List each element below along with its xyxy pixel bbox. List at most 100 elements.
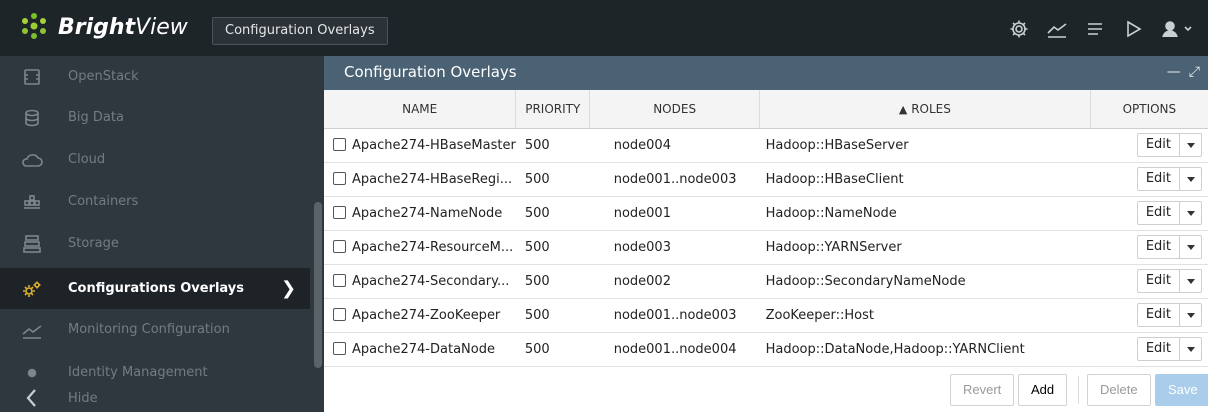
panel-header: Configuration Overlays — ⤢ bbox=[324, 56, 1208, 90]
overlay-roles: Hadoop::SecondaryNameNode bbox=[759, 264, 1091, 299]
dropdown-caret-icon[interactable] bbox=[1179, 270, 1201, 292]
overlay-roles: Hadoop::HBaseServer bbox=[759, 128, 1091, 163]
table-row[interactable]: Apache274-HBaseMaster 500 node004 Hadoop… bbox=[324, 128, 1208, 163]
row-checkbox[interactable] bbox=[333, 307, 346, 321]
sidebar: OpenStack Big Data Cloud Containers Stor… bbox=[0, 56, 324, 412]
hide-sidebar-button[interactable]: Hide bbox=[0, 384, 310, 412]
row-checkbox[interactable] bbox=[333, 137, 346, 151]
table-row[interactable]: Apache274-HBaseRegi... 500 node001..node… bbox=[324, 162, 1208, 197]
top-bar: BrightView Configuration Overlays bbox=[0, 0, 1208, 56]
revert-button[interactable]: Revert bbox=[950, 374, 1015, 406]
edit-button[interactable]: Edit bbox=[1138, 304, 1179, 326]
monitoring-chart-icon[interactable] bbox=[1046, 18, 1068, 40]
openstack-icon bbox=[21, 66, 43, 88]
overlay-priority: 500 bbox=[515, 196, 590, 231]
sidebar-scrollbar[interactable] bbox=[314, 202, 322, 368]
sidebar-item-monitoring-configuration[interactable]: Monitoring Configuration bbox=[0, 309, 310, 350]
dropdown-caret-icon[interactable] bbox=[1179, 168, 1201, 190]
overlay-nodes: node004 bbox=[589, 128, 760, 163]
dropdown-caret-icon[interactable] bbox=[1179, 202, 1201, 224]
user-icon[interactable] bbox=[1160, 18, 1194, 40]
database-icon bbox=[21, 107, 43, 129]
row-checkbox[interactable] bbox=[333, 205, 346, 219]
overlay-roles: Hadoop::HBaseClient bbox=[759, 162, 1091, 197]
minimize-icon[interactable]: — bbox=[1167, 64, 1181, 80]
table-row[interactable]: Apache274-NameNode 500 node001 Hadoop::N… bbox=[324, 196, 1208, 231]
brand-name: BrightView bbox=[58, 15, 188, 40]
overlay-roles: Hadoop::DataNode,Hadoop::YARNClient bbox=[759, 332, 1091, 367]
overlay-name: Apache274-NameNode bbox=[352, 205, 503, 221]
expand-icon[interactable]: ⤢ bbox=[1189, 64, 1200, 80]
row-checkbox[interactable] bbox=[333, 171, 346, 185]
overlay-name: Apache274-ZooKeeper bbox=[352, 307, 501, 323]
overlay-nodes: node001..node003 bbox=[589, 298, 760, 333]
monitoring-icon bbox=[21, 319, 43, 341]
overlay-nodes: node001..node003 bbox=[589, 162, 760, 197]
top-toolbar bbox=[1008, 14, 1194, 44]
row-checkbox[interactable] bbox=[333, 239, 346, 253]
overlays-table: NAME PRIORITY NODES ▲ ROLES OPTIONS Apac… bbox=[324, 90, 1208, 367]
storage-icon bbox=[21, 233, 43, 255]
edit-button-group: Edit bbox=[1136, 133, 1202, 157]
bright-logo-icon bbox=[22, 13, 46, 39]
overlay-name: Apache274-ResourceM... bbox=[352, 239, 514, 255]
footer-divider bbox=[1078, 376, 1079, 404]
overlay-priority: 500 bbox=[515, 332, 590, 367]
edit-button[interactable]: Edit bbox=[1138, 236, 1179, 258]
overlay-nodes: node001 bbox=[589, 196, 760, 231]
column-header-nodes[interactable]: NODES bbox=[589, 90, 761, 129]
overlay-priority: 500 bbox=[515, 128, 590, 163]
edit-button-group: Edit bbox=[1136, 235, 1202, 259]
column-header-name[interactable]: NAME bbox=[324, 90, 517, 129]
table-row[interactable]: Apache274-ResourceM... 500 node003 Hadoo… bbox=[324, 230, 1208, 265]
delete-button[interactable]: Delete bbox=[1087, 374, 1151, 406]
sidebar-item-configurations-overlays[interactable]: Configurations Overlays ❯ bbox=[0, 268, 310, 309]
hide-label: Hide bbox=[68, 391, 98, 406]
overlay-priority: 500 bbox=[515, 264, 590, 299]
sidebar-item-cloud[interactable]: Cloud bbox=[0, 139, 310, 180]
table-row[interactable]: Apache274-Secondary... 500 node002 Hadoo… bbox=[324, 264, 1208, 299]
dropdown-caret-icon[interactable] bbox=[1179, 134, 1201, 156]
table-row[interactable]: Apache274-ZooKeeper 500 node001..node003… bbox=[324, 298, 1208, 333]
overlay-name: Apache274-Secondary... bbox=[352, 273, 510, 289]
brand-light: View bbox=[135, 15, 188, 40]
identity-icon bbox=[21, 362, 43, 384]
edit-button[interactable]: Edit bbox=[1138, 338, 1179, 360]
panel-title: Configuration Overlays bbox=[344, 63, 517, 81]
settings-gear-icon[interactable] bbox=[1008, 18, 1030, 40]
chevron-right-icon: ❯ bbox=[281, 278, 297, 299]
context-tab[interactable]: Configuration Overlays bbox=[212, 17, 388, 45]
edit-button[interactable]: Edit bbox=[1138, 202, 1179, 224]
save-button[interactable]: Save bbox=[1155, 374, 1208, 406]
edit-button-group: Edit bbox=[1136, 269, 1202, 293]
overlay-name: Apache274-HBaseMaster bbox=[352, 137, 516, 153]
overlay-nodes: node001..node004 bbox=[589, 332, 760, 367]
list-menu-icon[interactable] bbox=[1084, 18, 1106, 40]
column-header-roles[interactable]: ▲ ROLES bbox=[759, 90, 1091, 129]
row-checkbox[interactable] bbox=[333, 273, 346, 287]
dropdown-caret-icon[interactable] bbox=[1179, 338, 1201, 360]
overlay-name: Apache274-DataNode bbox=[352, 341, 495, 357]
play-icon[interactable] bbox=[1122, 18, 1144, 40]
sidebar-item-label: Configurations Overlays bbox=[68, 281, 245, 296]
add-button[interactable]: Add bbox=[1018, 374, 1068, 406]
column-header-priority[interactable]: PRIORITY bbox=[515, 90, 591, 129]
dropdown-caret-icon[interactable] bbox=[1179, 304, 1201, 326]
row-checkbox[interactable] bbox=[333, 341, 346, 355]
gears-icon bbox=[21, 278, 43, 300]
sidebar-item-big-data[interactable]: Big Data bbox=[0, 97, 310, 138]
dropdown-caret-icon[interactable] bbox=[1179, 236, 1201, 258]
column-header-roles-label: ROLES bbox=[911, 101, 951, 116]
edit-button[interactable]: Edit bbox=[1138, 168, 1179, 190]
sidebar-item-openstack[interactable]: OpenStack bbox=[0, 56, 310, 97]
edit-button[interactable]: Edit bbox=[1138, 134, 1179, 156]
sidebar-item-containers[interactable]: Containers bbox=[0, 181, 310, 222]
brand-bold: Bright bbox=[58, 15, 136, 40]
sidebar-item-label: Monitoring Configuration bbox=[68, 322, 230, 337]
edit-button[interactable]: Edit bbox=[1138, 270, 1179, 292]
table-header-row: NAME PRIORITY NODES ▲ ROLES OPTIONS bbox=[324, 90, 1208, 129]
edit-button-group: Edit bbox=[1136, 303, 1202, 327]
table-row[interactable]: Apache274-DataNode 500 node001..node004 … bbox=[324, 332, 1208, 367]
column-header-options: OPTIONS bbox=[1090, 90, 1208, 129]
sidebar-item-storage[interactable]: Storage bbox=[0, 223, 310, 264]
